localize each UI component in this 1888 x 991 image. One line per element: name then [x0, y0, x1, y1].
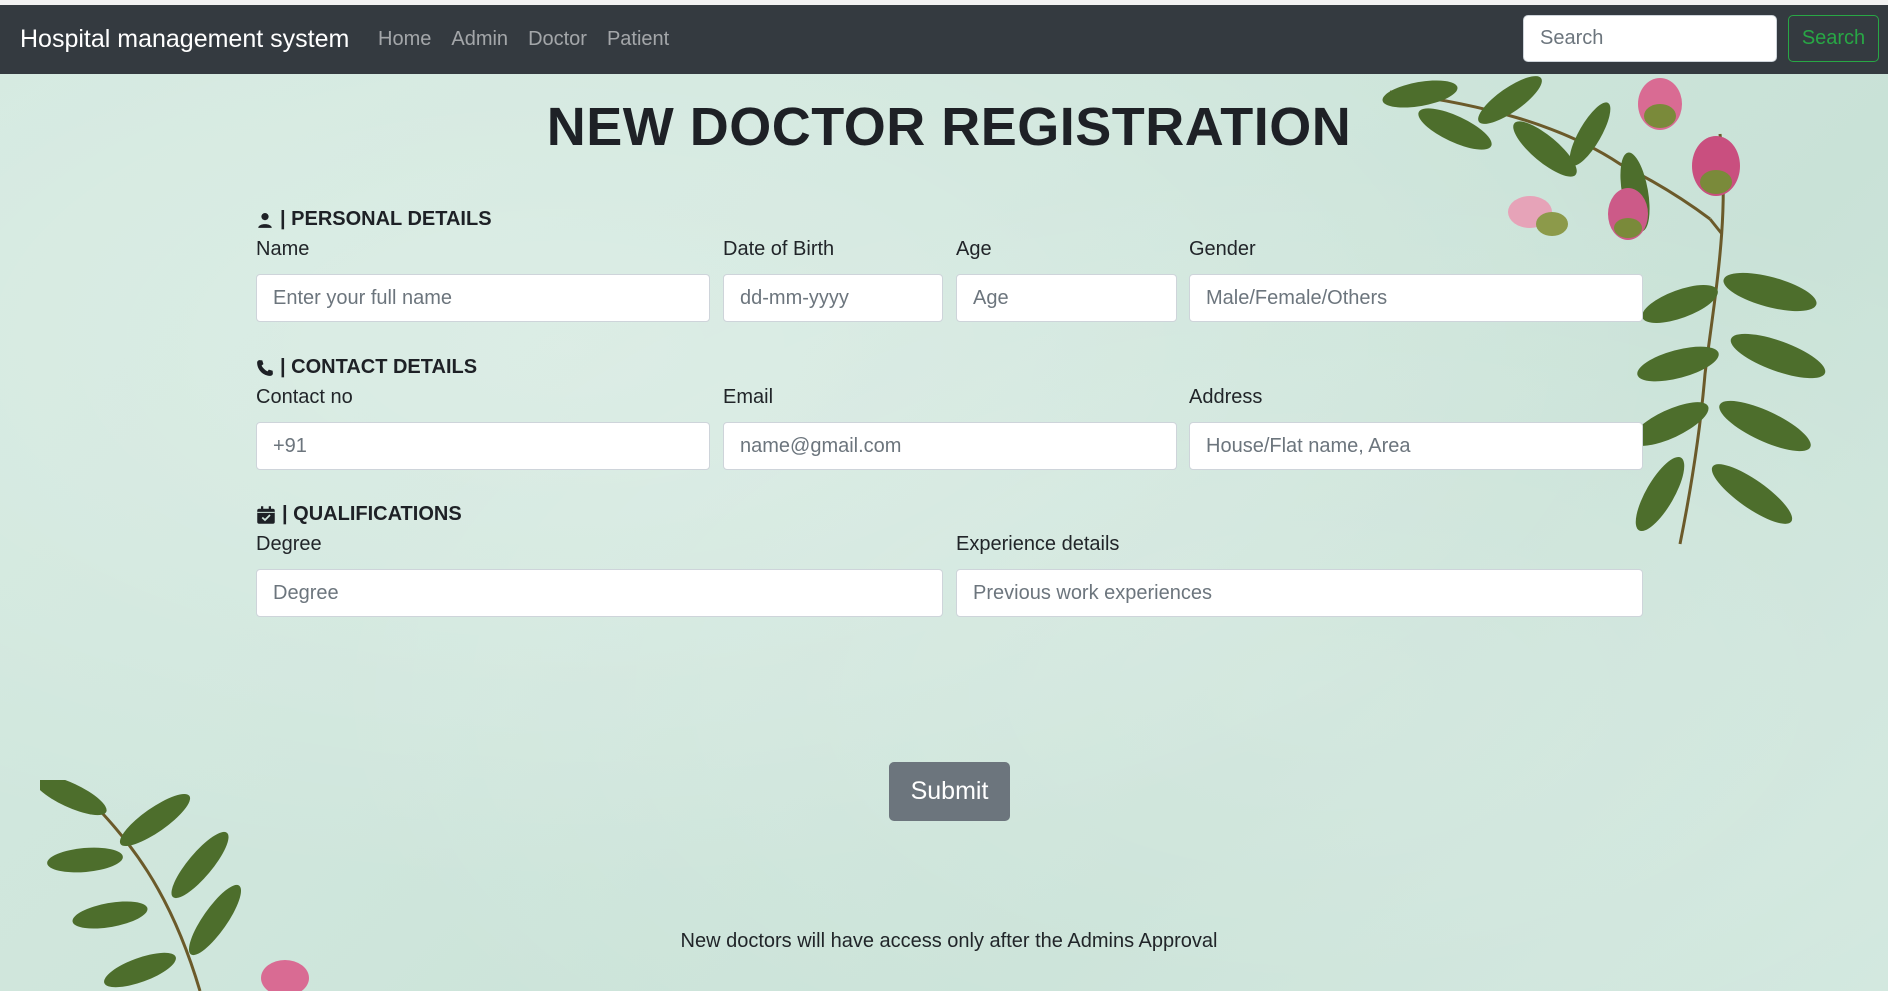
name-label: Name [256, 238, 310, 260]
experience-label: Experience details [956, 533, 1120, 555]
email-input[interactable] [723, 422, 1177, 470]
gender-input[interactable] [1189, 274, 1643, 322]
section-heading-qualifications-text: | QUALIFICATIONS [282, 503, 462, 525]
nav-links: Home Admin Doctor Patient [378, 28, 689, 51]
navbar-search-input[interactable] [1523, 15, 1777, 62]
nav-link-home[interactable]: Home [378, 28, 431, 51]
user-icon [258, 212, 272, 228]
degree-label: Degree [256, 533, 322, 555]
contact-label: Contact no [256, 386, 353, 408]
page-title: NEW DOCTOR REGISTRATION [546, 97, 1352, 157]
email-label: Email [723, 386, 774, 408]
submit-button[interactable]: Submit [889, 762, 1010, 821]
age-input[interactable] [956, 274, 1177, 322]
nav-link-doctor[interactable]: Doctor [528, 28, 587, 51]
navbar-search-button[interactable]: Search [1788, 15, 1879, 62]
section-heading-qualifications: | QUALIFICATIONS [256, 503, 462, 526]
experience-input[interactable] [956, 569, 1643, 617]
section-heading-personal-text: | PERSONAL DETAILS [280, 208, 492, 230]
age-label: Age [956, 238, 992, 260]
dob-input[interactable] [723, 274, 943, 322]
section-heading-contact: | CONTACT DETAILS [256, 356, 477, 379]
address-label: Address [1189, 386, 1263, 408]
footer-note: New doctors will have access only after … [680, 930, 1218, 952]
page-background: Hospital management system Home Admin Do… [0, 0, 1888, 991]
section-heading-personal: | PERSONAL DETAILS [256, 208, 492, 231]
nav-link-admin[interactable]: Admin [451, 28, 508, 51]
nav-link-patient[interactable]: Patient [607, 28, 669, 51]
gender-label: Gender [1189, 238, 1256, 260]
contact-input[interactable] [256, 422, 710, 470]
dob-label: Date of Birth [723, 238, 835, 260]
section-heading-contact-text: | CONTACT DETAILS [280, 356, 478, 378]
decorative-plant-bottom-left [40, 780, 309, 991]
navbar-brand[interactable]: Hospital management system [20, 25, 349, 54]
phone-icon [257, 359, 273, 376]
degree-input[interactable] [256, 569, 943, 617]
name-input[interactable] [256, 274, 710, 322]
navbar: Hospital management system Home Admin Do… [0, 5, 1888, 74]
calendar-check-icon [257, 505, 275, 524]
address-input[interactable] [1189, 422, 1643, 470]
